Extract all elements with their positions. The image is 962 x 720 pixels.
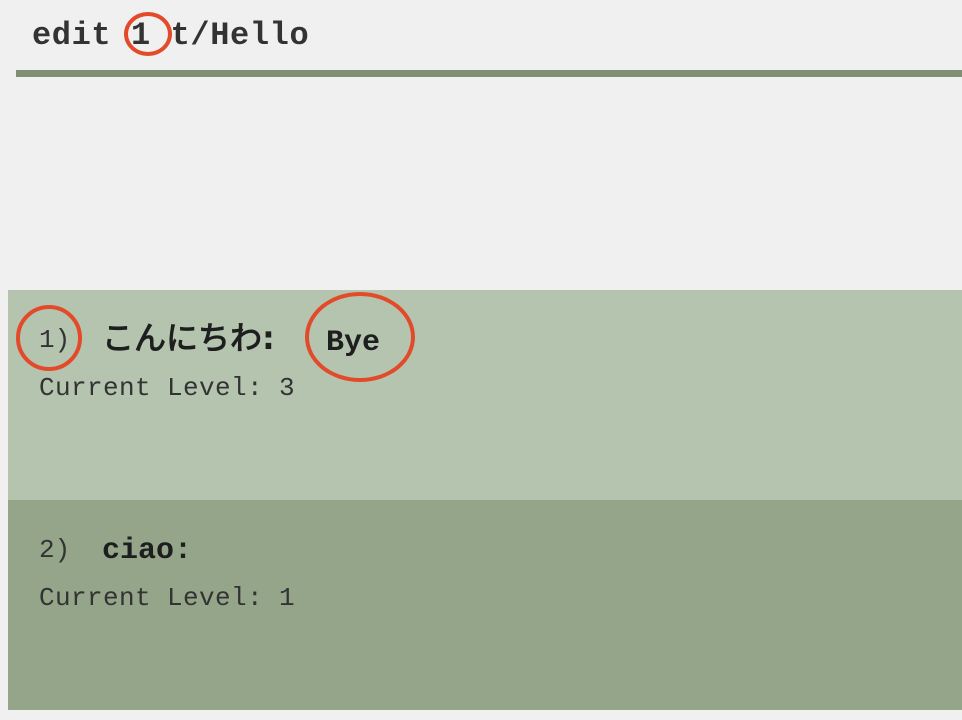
- flashcard-answer: Bye: [326, 326, 381, 360]
- command-box[interactable]: edit 1 t/Hello: [0, 0, 962, 70]
- flashcard-level: Current Level: 1: [39, 583, 296, 613]
- flashcard-list-item[interactable]: 2) ciao: Current Level: 1: [8, 500, 962, 710]
- flashcard-index: 1): [39, 325, 71, 355]
- flashcard-level: Current Level: 3: [39, 373, 296, 403]
- flashcard-question: ciao:: [102, 534, 193, 568]
- command-divider: [16, 70, 962, 77]
- result-display: [0, 77, 962, 290]
- flashcard-list-item[interactable]: 1) こんにちわ: Bye Current Level: 3: [8, 290, 962, 500]
- flashcard-index: 2): [39, 535, 71, 565]
- flashcard-question: こんにちわ:: [102, 319, 275, 357]
- command-input[interactable]: edit 1 t/Hello: [32, 14, 309, 58]
